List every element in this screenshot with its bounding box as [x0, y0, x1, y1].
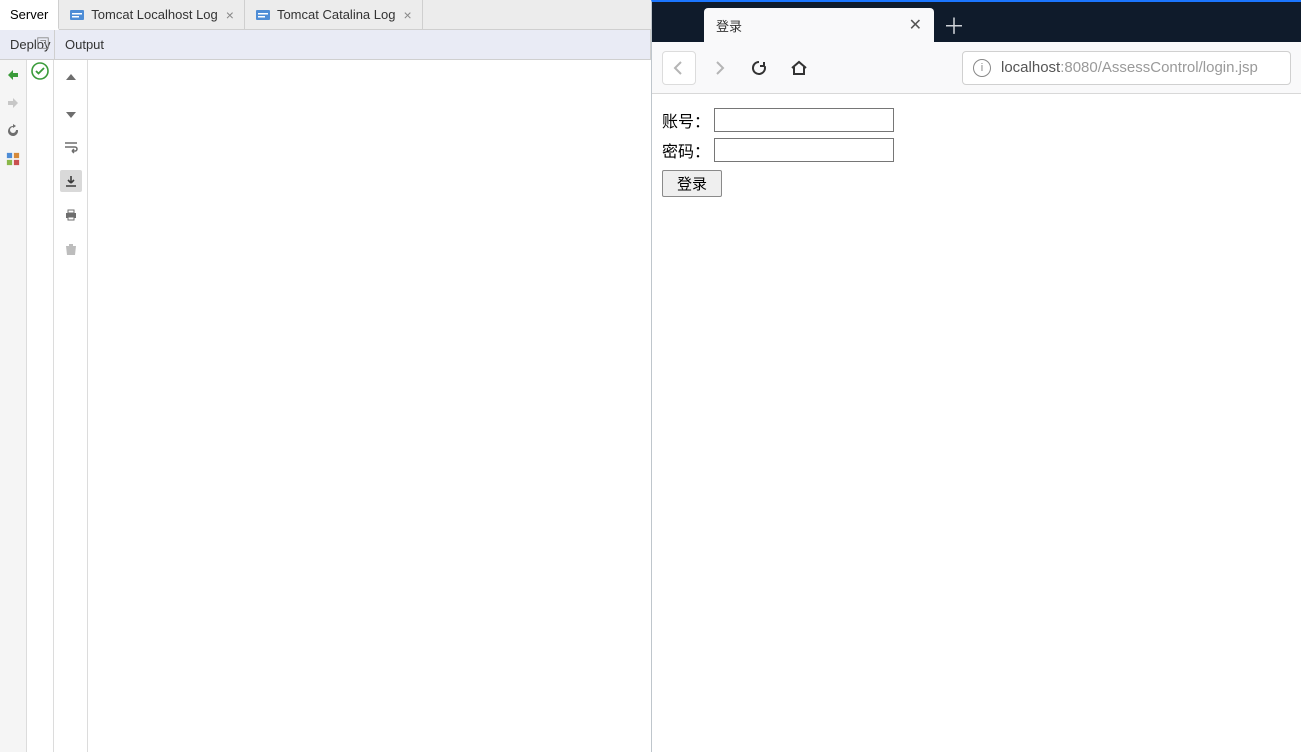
- run-gutter: [0, 60, 27, 752]
- ide-body: [0, 60, 651, 752]
- nav-forward-button[interactable]: [702, 51, 736, 85]
- page-content: 账号： 密码： 登录: [652, 94, 1301, 752]
- reload-button[interactable]: [742, 51, 776, 85]
- subtab-output[interactable]: Output: [55, 30, 651, 59]
- artifact-icon[interactable]: [4, 150, 22, 168]
- scroll-down-icon[interactable]: [60, 102, 82, 124]
- password-input[interactable]: [714, 138, 894, 162]
- browser-tabstrip: 登录 ✕ ＋: [652, 2, 1301, 42]
- undeploy-icon[interactable]: [4, 94, 22, 112]
- browser-window: 登录 ✕ ＋ i localhost:8080/AssessControl/lo…: [651, 0, 1301, 752]
- console-output[interactable]: [88, 60, 651, 752]
- subtab-output-label: Output: [65, 37, 104, 52]
- address-bar[interactable]: i localhost:8080/AssessControl/login.jsp: [962, 51, 1291, 85]
- ide-subtabs: Deploy Output: [0, 30, 651, 60]
- tab-tomcat-catalina-log[interactable]: Tomcat Catalina Log ×: [245, 0, 423, 29]
- subtab-deploy[interactable]: Deploy: [0, 30, 55, 59]
- soft-wrap-icon[interactable]: [60, 136, 82, 158]
- refresh-icon[interactable]: [4, 122, 22, 140]
- close-icon[interactable]: ×: [403, 8, 411, 22]
- trash-icon[interactable]: [60, 238, 82, 260]
- print-icon[interactable]: [60, 204, 82, 226]
- service-icon: [255, 7, 271, 23]
- url-path: :8080/AssessControl/login.jsp: [1060, 59, 1258, 76]
- tab-server[interactable]: Server: [0, 0, 59, 30]
- tab-server-label: Server: [10, 7, 48, 22]
- login-button[interactable]: 登录: [662, 170, 722, 197]
- url-text: localhost:8080/AssessControl/login.jsp: [1001, 59, 1258, 76]
- tab-localhost-log-label: Tomcat Localhost Log: [91, 7, 217, 22]
- scroll-to-end-icon[interactable]: [60, 170, 82, 192]
- status-ok-icon: [31, 62, 49, 80]
- scroll-up-icon[interactable]: [60, 68, 82, 90]
- password-label: 密码：: [662, 138, 710, 162]
- new-tab-button[interactable]: ＋: [934, 8, 974, 42]
- ide-panel: Server Tomcat Localhost Log × Tomcat Cat…: [0, 0, 651, 752]
- account-input[interactable]: [714, 108, 894, 132]
- close-icon[interactable]: ✕: [909, 15, 922, 35]
- tab-tomcat-localhost-log[interactable]: Tomcat Localhost Log ×: [59, 0, 245, 29]
- pin-icon[interactable]: [36, 36, 50, 50]
- deploy-run-icon[interactable]: [4, 66, 22, 84]
- info-icon[interactable]: i: [973, 59, 991, 77]
- ide-tabstrip: Server Tomcat Localhost Log × Tomcat Cat…: [0, 0, 651, 30]
- browser-toolbar: i localhost:8080/AssessControl/login.jsp: [652, 42, 1301, 94]
- service-icon: [69, 7, 85, 23]
- browser-tab-title: 登录: [716, 16, 742, 35]
- home-button[interactable]: [782, 51, 816, 85]
- console-toolbar: [54, 60, 88, 752]
- close-icon[interactable]: ×: [226, 8, 234, 22]
- account-row: 账号：: [662, 108, 1291, 132]
- nav-back-button[interactable]: [662, 51, 696, 85]
- browser-tab[interactable]: 登录 ✕: [704, 8, 934, 42]
- status-gutter: [27, 60, 54, 752]
- account-label: 账号：: [662, 108, 710, 132]
- password-row: 密码：: [662, 138, 1291, 162]
- tab-catalina-log-label: Tomcat Catalina Log: [277, 7, 396, 22]
- url-host: localhost: [1001, 59, 1060, 76]
